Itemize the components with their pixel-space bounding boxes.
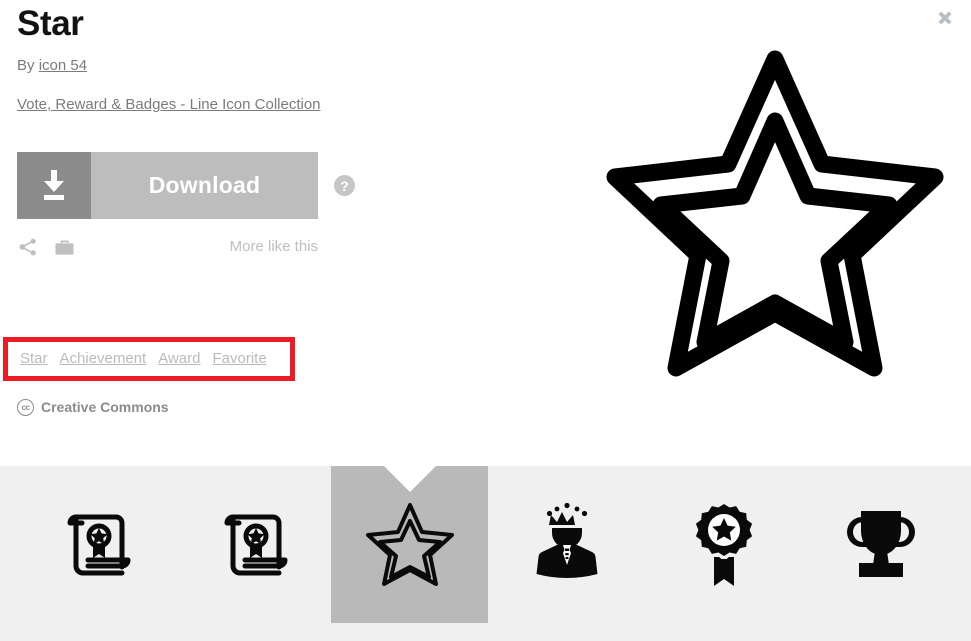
more-like-this-link[interactable]: More like this [230, 237, 318, 257]
tag-link[interactable]: Award [158, 349, 200, 369]
page-title: Star [17, 4, 84, 43]
collection-button[interactable] [53, 236, 75, 258]
help-icon[interactable]: ? [334, 175, 355, 196]
license-label: Creative Commons [41, 399, 169, 415]
author-link[interactable]: icon 54 [39, 57, 87, 74]
creative-commons-icon: cc [17, 398, 34, 416]
download-label-box: Download [91, 152, 318, 219]
tag-link[interactable]: Achievement [60, 349, 147, 369]
briefcase-icon [55, 240, 73, 255]
thumbnail-item[interactable] [645, 466, 802, 623]
certificate-scroll-icon [224, 514, 287, 575]
license-row[interactable]: cc Creative Commons [17, 398, 169, 416]
share-button[interactable] [17, 236, 39, 258]
byline-prefix: By [17, 57, 39, 74]
related-icons-strip [0, 466, 971, 641]
selected-notch [383, 466, 436, 492]
trophy-icon [846, 510, 915, 577]
star-double-outline-icon [606, 50, 944, 377]
thumbnail-item[interactable] [802, 466, 959, 623]
download-button[interactable]: Download [17, 152, 318, 219]
thumbnail-item[interactable] [488, 466, 645, 623]
star-outline-icon [365, 502, 454, 586]
actions-row: More like this [17, 236, 318, 258]
download-icon-box [17, 152, 91, 219]
thumbnail-item[interactable] [174, 466, 331, 623]
download-icon [44, 169, 64, 200]
byline: By icon 54 [17, 56, 437, 76]
icon-info-panel: Star By icon 54 Vote, Reward & Badges - … [17, 0, 437, 115]
icon-preview [575, 25, 971, 425]
share-icon [19, 238, 36, 256]
king-person-icon [536, 502, 597, 578]
award-rosette-icon [695, 503, 752, 586]
thumbnail-item-selected[interactable] [331, 466, 488, 623]
collection-link[interactable]: Vote, Reward & Badges - Line Icon Collec… [17, 95, 321, 115]
thumbnail-item[interactable] [17, 466, 174, 623]
download-row: Download ? [17, 152, 355, 219]
tags-row: Star Achievement Award Favorite [3, 337, 295, 381]
tag-link[interactable]: Star [20, 349, 48, 369]
certificate-scroll-icon [67, 514, 130, 575]
download-button-label: Download [148, 172, 261, 198]
tag-link[interactable]: Favorite [212, 349, 266, 369]
